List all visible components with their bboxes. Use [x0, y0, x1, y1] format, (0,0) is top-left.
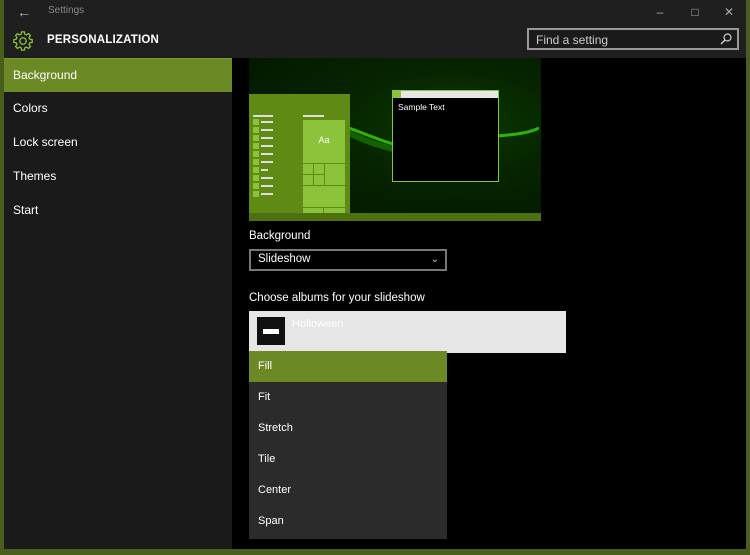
minimize-button[interactable]: – — [645, 0, 675, 24]
app-title: Settings — [48, 5, 85, 16]
choose-fit-dropdown-list: Fill Fit Stretch Tile Center Span — [249, 351, 447, 539]
background-label: Background — [249, 230, 311, 242]
sample-text: Sample Text — [398, 102, 445, 112]
fit-option-fill[interactable]: Fill — [249, 351, 447, 382]
close-icon: ✕ — [723, 5, 735, 19]
search-input[interactable]: Find a setting — [527, 28, 739, 50]
album-name: Holloween — [292, 318, 344, 330]
main-content: Aa Sample Text Background Slideshow ⌄ Ch… — [232, 58, 746, 549]
album-folder-icon — [257, 317, 285, 345]
start-menu-preview: Aa — [249, 94, 350, 213]
page-header: PERSONALIZATION Find a setting — [4, 24, 746, 58]
settings-window: ← Settings – □ ✕ PERSONALIZATION Find a … — [4, 0, 746, 549]
albums-label: Choose albums for your slideshow — [249, 292, 425, 304]
chevron-down-icon: ⌄ — [430, 254, 439, 265]
fit-option-stretch[interactable]: Stretch — [249, 413, 447, 444]
sample-window-preview: Sample Text — [392, 90, 499, 182]
sidebar-item-background[interactable]: Background — [4, 58, 232, 92]
sidebar: Background Colors Lock screen Themes Sta… — [4, 58, 232, 549]
search-placeholder: Find a setting — [536, 33, 609, 47]
back-button[interactable]: ← — [12, 2, 36, 22]
fit-option-tile[interactable]: Tile — [249, 444, 447, 475]
album-item[interactable]: Holloween — [249, 311, 566, 353]
fit-option-center[interactable]: Center — [249, 475, 447, 506]
taskbar-preview — [249, 213, 541, 221]
sample-window-titlebar — [393, 91, 498, 98]
sidebar-item-lock-screen[interactable]: Lock screen — [4, 126, 232, 160]
close-button[interactable]: ✕ — [714, 0, 744, 24]
maximize-icon: □ — [691, 5, 699, 19]
tile-label: Aa — [318, 135, 330, 145]
sidebar-item-themes[interactable]: Themes — [4, 160, 232, 194]
gear-icon — [13, 31, 33, 51]
background-dropdown[interactable]: Slideshow ⌄ — [249, 249, 447, 271]
fit-option-fit[interactable]: Fit — [249, 382, 447, 413]
page-title: PERSONALIZATION — [47, 34, 160, 46]
title-bar: ← Settings – □ ✕ — [4, 0, 746, 24]
sidebar-item-colors[interactable]: Colors — [4, 92, 232, 126]
fit-option-span[interactable]: Span — [249, 506, 447, 537]
sidebar-item-start[interactable]: Start — [4, 194, 232, 228]
background-dropdown-value: Slideshow — [258, 253, 311, 265]
minimize-icon: – — [656, 5, 664, 19]
back-arrow-icon: ← — [17, 4, 31, 20]
maximize-button[interactable]: □ — [680, 0, 710, 24]
search-icon[interactable] — [719, 32, 733, 46]
background-preview: Aa Sample Text — [249, 58, 541, 221]
